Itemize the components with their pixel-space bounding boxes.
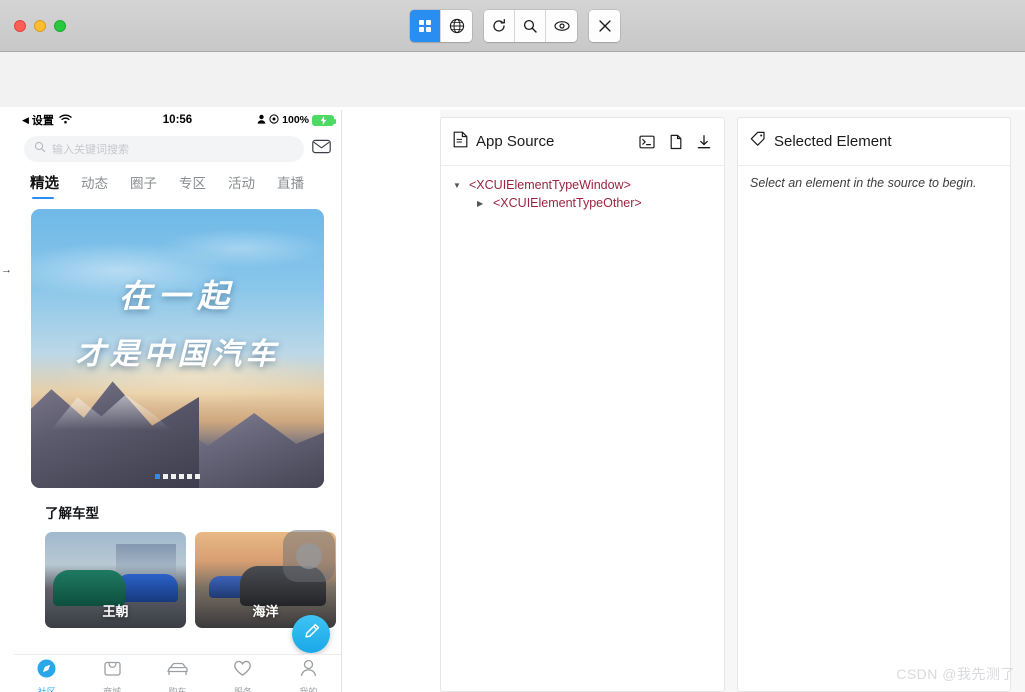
device-tab-jingxuan[interactable]: 精选 xyxy=(30,172,59,201)
titlebar-toolbar xyxy=(410,10,620,42)
bottom-nav-label: 服务 xyxy=(233,687,252,692)
banner-text: 在一起 才是中国汽车 xyxy=(31,271,324,373)
battery-percent: 100% xyxy=(282,114,309,126)
car-card-wangchao[interactable]: 王朝 xyxy=(45,532,186,628)
banner-dot[interactable] xyxy=(155,474,160,479)
bottom-nav-shangcheng[interactable]: 商城 xyxy=(79,658,144,692)
device-status-bar: ◀ 设置 10:56 100% xyxy=(14,110,341,130)
inspector-panels: App Source ▼ <XCUIElementTypeWindow> ▶ <… xyxy=(440,110,1025,692)
quit-session-button[interactable] xyxy=(589,10,620,42)
banner-dot[interactable] xyxy=(195,474,200,479)
close-window-button[interactable] xyxy=(14,19,26,32)
bottom-nav-label: 社区 xyxy=(37,687,56,692)
selected-element-title: Selected Element xyxy=(774,133,892,150)
banner-line-2: 才是中国汽车 xyxy=(75,338,280,371)
app-source-header: App Source xyxy=(441,118,724,166)
view-mode-group xyxy=(410,10,472,42)
device-tab-quanzi[interactable]: 圈子 xyxy=(130,172,157,201)
device-nav-tabs: 精选 动态 圈子 专区 活动 直播 xyxy=(14,166,341,201)
session-actions-group xyxy=(484,10,577,42)
chevron-down-icon[interactable]: ▼ xyxy=(453,181,463,190)
device-search-input[interactable]: 输入关键词搜索 xyxy=(24,136,304,162)
terminal-icon[interactable] xyxy=(639,134,655,150)
banner-dot[interactable] xyxy=(171,474,176,479)
globe-view-button[interactable] xyxy=(441,10,472,42)
floating-video-widget[interactable] xyxy=(283,530,335,582)
secondary-toolbar: ✕ xyxy=(0,52,1025,158)
compass-icon xyxy=(36,658,57,684)
bottom-nav-shequ[interactable]: 社区 xyxy=(14,658,79,692)
device-tab-zhuanqu[interactable]: 专区 xyxy=(179,172,206,201)
zoom-window-button[interactable] xyxy=(54,19,66,32)
tree-node-label[interactable]: <XCUIElementTypeOther> xyxy=(493,196,642,210)
search-button[interactable] xyxy=(515,10,546,42)
chevron-right-icon[interactable]: ▶ xyxy=(477,199,487,208)
device-search-row: 输入关键词搜索 xyxy=(14,130,341,166)
document-icon xyxy=(453,131,468,153)
banner-dot[interactable] xyxy=(187,474,192,479)
banner-dot[interactable] xyxy=(179,474,184,479)
download-icon[interactable] xyxy=(696,134,712,150)
bottom-nav-wode[interactable]: 我的 xyxy=(276,658,341,692)
app-source-tree[interactable]: ▼ <XCUIElementTypeWindow> ▶ <XCUIElement… xyxy=(441,166,724,691)
traffic-lights xyxy=(14,19,66,32)
app-source-actions xyxy=(639,134,712,150)
bottom-nav-gouche[interactable]: 购车 xyxy=(145,658,210,692)
banner-line-1: 在一起 xyxy=(118,278,236,314)
battery-charging-icon xyxy=(312,114,336,126)
bottom-nav-label: 购车 xyxy=(168,687,187,692)
tree-node-label[interactable]: <XCUIElementTypeWindow> xyxy=(469,178,631,192)
device-tab-dongtai[interactable]: 动态 xyxy=(81,172,108,201)
grid-view-button[interactable] xyxy=(410,10,441,42)
car-card-label: 王朝 xyxy=(102,604,129,619)
device-bottom-nav: 社区 商城 购车 服务 我的 xyxy=(14,654,341,692)
location-icon xyxy=(269,113,279,127)
device-tab-huodong[interactable]: 活动 xyxy=(228,172,255,201)
copy-icon[interactable] xyxy=(668,134,683,150)
watermark: CSDN @我先测了 xyxy=(896,666,1015,682)
inspect-button[interactable] xyxy=(546,10,577,42)
compose-fab[interactable] xyxy=(292,615,330,653)
appium-inspector-window: ✕ xyxy=(0,0,1025,692)
pencil-icon xyxy=(302,622,321,646)
device-tab-zhibo[interactable]: 直播 xyxy=(277,172,304,201)
resize-handle-arrow-icon[interactable]: → xyxy=(1,264,12,276)
selected-element-header: Selected Element xyxy=(738,118,1010,166)
device-search-placeholder: 输入关键词搜索 xyxy=(52,144,129,156)
bottom-nav-label: 商城 xyxy=(103,687,122,692)
refresh-button[interactable] xyxy=(484,10,515,42)
mail-icon[interactable] xyxy=(312,139,331,159)
user-icon xyxy=(298,658,319,684)
tree-node[interactable]: ▶ <XCUIElementTypeOther> xyxy=(453,194,712,212)
person-icon xyxy=(257,114,266,127)
status-bar-right: 100% xyxy=(257,113,336,127)
app-source-panel: App Source ▼ <XCUIElementTypeWindow> ▶ <… xyxy=(440,117,725,692)
bottom-nav-label: 我的 xyxy=(299,687,318,692)
card-city-skyline xyxy=(115,544,176,578)
car-icon xyxy=(166,658,189,684)
selected-element-body: Select an element in the source to begin… xyxy=(738,166,1010,691)
selected-element-placeholder: Select an element in the source to begin… xyxy=(750,176,977,190)
bag-icon xyxy=(102,658,123,684)
tag-icon xyxy=(750,131,766,152)
app-source-title: App Source xyxy=(476,133,555,150)
search-icon xyxy=(34,140,46,158)
bottom-nav-fuwu[interactable]: 服务 xyxy=(210,658,275,692)
heart-icon xyxy=(232,658,253,684)
section-title: 了解车型 xyxy=(45,506,99,521)
banner-pagination-dots[interactable] xyxy=(31,474,324,479)
card-car-blue xyxy=(116,574,178,602)
promo-banner[interactable]: 在一起 才是中国汽车 xyxy=(31,209,324,488)
minimize-window-button[interactable] xyxy=(34,19,46,32)
window-titlebar xyxy=(0,0,1025,52)
quit-group xyxy=(589,10,620,42)
device-screen-mirror[interactable]: ◀ 设置 10:56 100% 输入关键词搜索 精选 动态 圈子 专区 活动 直… xyxy=(14,110,342,692)
banner-dot[interactable] xyxy=(163,474,168,479)
tree-node[interactable]: ▼ <XCUIElementTypeWindow> xyxy=(453,176,712,194)
selected-element-panel: Selected Element Select an element in th… xyxy=(737,117,1011,692)
